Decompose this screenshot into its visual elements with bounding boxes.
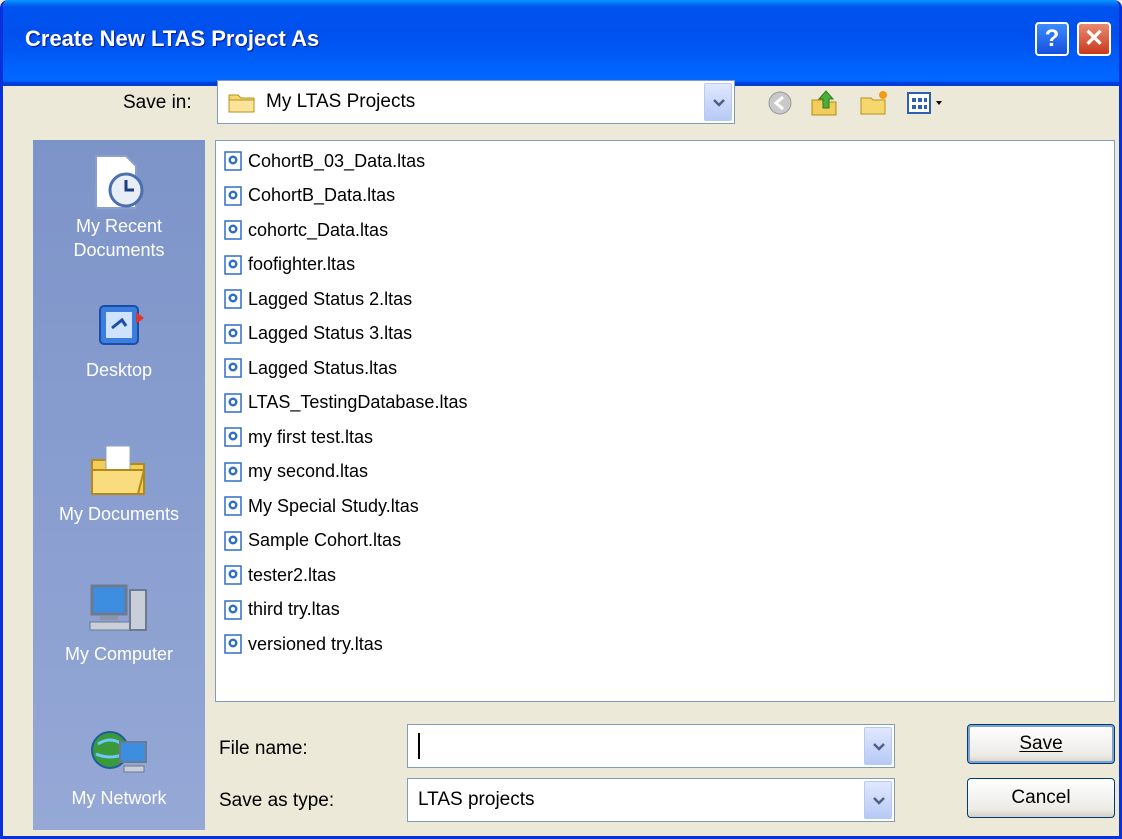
file-list-item[interactable]: CohortB_03_Data.ltas	[224, 145, 425, 177]
ltas-file-icon	[224, 358, 242, 378]
back-icon[interactable]	[765, 88, 795, 118]
recent-documents-icon	[95, 155, 144, 209]
file-name: Sample Cohort.ltas	[248, 530, 402, 550]
help-button[interactable]: ?	[1035, 22, 1069, 56]
save-as-type-dropdown-arrow[interactable]	[864, 781, 892, 819]
save-button-label: Save	[1019, 733, 1063, 754]
place-my-network[interactable]: My Network	[33, 724, 205, 810]
file-name: my first test.ltas	[248, 426, 374, 447]
chevron-down-icon	[873, 797, 885, 805]
save-in-label: Save in:	[123, 92, 192, 113]
save-button[interactable]: Save	[967, 724, 1115, 764]
save-as-type-value: LTAS projects	[418, 789, 535, 810]
file-name: My Special Study.ltas	[248, 495, 419, 516]
place-my-documents[interactable]: My Documents	[33, 440, 205, 526]
ltas-file-icon	[224, 185, 242, 206]
file-list-item[interactable]: foofighter.ltas	[224, 249, 355, 281]
my-network-icon	[91, 731, 147, 773]
ltas-file-icon	[224, 151, 242, 171]
file-name: third try.ltas	[248, 599, 340, 619]
chevron-down-icon	[713, 99, 725, 107]
file-list-item[interactable]: versioned try.ltas	[224, 628, 383, 660]
file-list-item[interactable]: Lagged Status.ltas	[224, 352, 397, 384]
save-as-type-label: Save as type:	[219, 790, 335, 811]
file-list-item[interactable]: tester2.ltas	[224, 559, 336, 591]
ltas-file-icon	[224, 220, 242, 240]
ltas-file-icon	[224, 392, 242, 413]
place-label: Documents	[73, 240, 165, 260]
save-dialog-window: Create New LTAS Project As ? ✕ Save in: …	[0, 0, 1122, 839]
new-folder-icon[interactable]	[859, 88, 889, 118]
ltas-file-icon	[224, 634, 242, 654]
text-caret	[418, 733, 420, 759]
file-list-item[interactable]: Lagged Status 3.ltas	[224, 318, 412, 350]
title-bar[interactable]: Create New LTAS Project As ? ✕	[3, 0, 1119, 86]
save-as-type-select[interactable]: LTAS projects	[407, 778, 895, 822]
up-folder-icon[interactable]	[809, 88, 839, 118]
save-in-value: My LTAS Projects	[266, 91, 416, 112]
place-label: My Recent	[75, 216, 163, 236]
ltas-file-icon	[224, 461, 242, 482]
file-name: cohortc_Data.ltas	[248, 219, 389, 240]
cancel-button[interactable]: Cancel	[967, 778, 1115, 818]
view-menu-icon[interactable]	[905, 88, 955, 118]
chevron-down-icon	[873, 743, 885, 751]
folder-icon	[228, 94, 255, 113]
ltas-file-icon	[224, 323, 242, 344]
place-my-recent-documents[interactable]: My Recent Documents	[33, 152, 205, 262]
close-button[interactable]: ✕	[1077, 22, 1111, 56]
place-label: My Documents	[58, 504, 180, 524]
file-name: CohortB_03_Data.ltas	[248, 150, 426, 171]
save-in-dropdown[interactable]: My LTAS Projects	[217, 80, 735, 124]
ltas-file-icon	[224, 599, 242, 620]
file-name-label: File name:	[219, 738, 308, 759]
desktop-icon	[99, 305, 144, 345]
place-label: My Network	[71, 788, 167, 808]
ltas-file-icon	[224, 289, 242, 309]
file-list-item[interactable]: my second.ltas	[224, 456, 368, 488]
file-list-item[interactable]: Sample Cohort.ltas	[224, 525, 401, 557]
file-list-item[interactable]: CohortB_Data.ltas	[224, 180, 395, 212]
my-computer-icon	[89, 584, 147, 631]
file-list-item[interactable]: cohortc_Data.ltas	[224, 214, 388, 246]
file-list-item[interactable]: LTAS_TestingDatabase.ltas	[224, 387, 467, 419]
ltas-file-icon	[224, 427, 242, 447]
file-name: Lagged Status 2.ltas	[248, 288, 413, 309]
place-label: Desktop	[85, 360, 153, 380]
file-list-item[interactable]: My Special Study.ltas	[224, 490, 419, 522]
place-my-computer[interactable]: My Computer	[33, 580, 205, 666]
window-title: Create New LTAS Project As	[25, 26, 320, 51]
file-list-item[interactable]: Lagged Status 2.ltas	[224, 283, 412, 315]
file-name: foofighter.ltas	[248, 254, 356, 274]
file-name: CohortB_Data.ltas	[248, 185, 396, 205]
ltas-file-icon	[224, 530, 242, 551]
ltas-file-icon	[224, 496, 242, 516]
file-name: versioned try.ltas	[248, 633, 383, 654]
file-list[interactable]: CohortB_03_Data.ltas CohortB_Data.ltascoh…	[215, 140, 1115, 702]
cancel-button-label: Cancel	[1011, 787, 1071, 808]
file-name: Lagged Status 3.ltas	[248, 323, 413, 343]
file-list-item[interactable]: third try.ltas	[224, 594, 340, 626]
ltas-file-icon	[224, 254, 242, 275]
file-name-input[interactable]	[407, 724, 895, 768]
my-documents-icon	[91, 445, 146, 495]
places-bar: My Recent Documents Desktop My Documents	[33, 140, 205, 830]
save-in-dropdown-arrow[interactable]	[704, 83, 732, 121]
ltas-file-icon	[224, 565, 242, 585]
file-name: LTAS_TestingDatabase.ltas	[248, 392, 468, 412]
file-name-dropdown-arrow[interactable]	[864, 727, 892, 765]
close-icon: ✕	[1083, 25, 1105, 52]
place-desktop[interactable]: Desktop	[33, 296, 205, 382]
file-name: Lagged Status.ltas	[248, 357, 398, 378]
place-label: My Computer	[64, 644, 174, 664]
file-name: my second.ltas	[248, 461, 369, 481]
file-list-item[interactable]: my first test.ltas	[224, 421, 373, 453]
file-name: tester2.ltas	[248, 564, 337, 585]
question-mark-icon: ?	[1044, 25, 1060, 52]
